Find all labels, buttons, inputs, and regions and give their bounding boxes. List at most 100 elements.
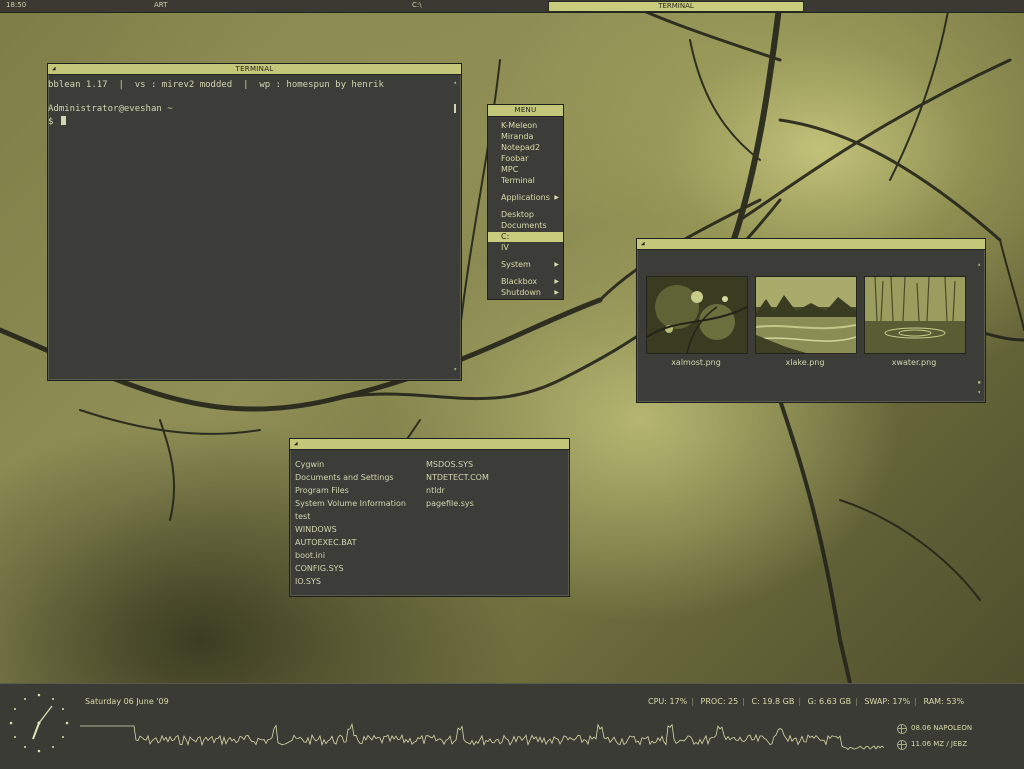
menu-item-label: Applications	[501, 193, 550, 202]
file-item[interactable]: System Volume Information	[295, 499, 406, 508]
menu-item-label: K-Meleon	[501, 121, 538, 130]
cpu-activity-graph	[80, 722, 885, 751]
stat-separator: |	[855, 697, 858, 706]
menu-item-notepad2[interactable]: Notepad2	[488, 143, 563, 153]
media-item-icon[interactable]	[897, 740, 907, 750]
topbar-clock: 18:50	[6, 1, 27, 9]
root-menu[interactable]: MENU K-Meleon Miranda Notepad2 Foobar MP…	[487, 104, 564, 300]
file-item[interactable]: boot.ini	[295, 551, 325, 560]
stat-ram: RAM: 53%	[923, 697, 965, 706]
terminal-prompt-header: Administrator@eveshan ~	[48, 104, 173, 114]
terminal-input-line[interactable]: $	[48, 116, 66, 127]
menu-item-k-meleon[interactable]: K-Meleon	[488, 121, 563, 131]
terminal-window[interactable]: ◢ TERMINAL ▴ ▾ bblean 1.17 | vs : mirev2…	[47, 63, 462, 381]
file-item[interactable]: Cygwin	[295, 460, 324, 469]
thumbnail-label[interactable]: xwater.png	[864, 358, 964, 367]
stat-separator: |	[798, 697, 802, 706]
menu-item-system[interactable]: System ▶	[488, 260, 563, 270]
menu-item-applications[interactable]: Applications ▶	[488, 193, 563, 203]
menu-item-blackbox[interactable]: Blackbox ▶	[488, 277, 563, 287]
topbar-workspace-label[interactable]: ART	[154, 1, 167, 9]
menu-item-label: Documents	[501, 221, 547, 230]
submenu-arrow-icon: ▶	[554, 278, 559, 285]
stat-swap: SWAP: 17%	[864, 697, 911, 706]
file-item[interactable]: test	[295, 512, 310, 521]
scrollbar-thumb[interactable]	[454, 104, 456, 113]
menu-item-label: IV	[501, 243, 509, 252]
terminal-titlebar[interactable]: ◢ TERMINAL	[48, 64, 461, 75]
media-item-label[interactable]: 11.06 MZ / JEBZ	[911, 740, 967, 748]
menu-item-documents[interactable]: Documents	[488, 221, 563, 231]
menu-item-label: C:	[501, 232, 510, 241]
scroll-down-icon[interactable]: ▾	[453, 366, 457, 373]
media-item-label[interactable]: 08.06 NAPOLEON	[911, 724, 972, 732]
thumbnail-xlake[interactable]	[755, 276, 857, 354]
menu-item-foobar[interactable]: Foobar	[488, 154, 563, 164]
stat-proc: PROC: 25	[700, 697, 739, 706]
file-item[interactable]: pagefile.sys	[426, 499, 474, 508]
scroll-up-icon[interactable]: ▴	[977, 261, 981, 268]
menu-item-c-drive[interactable]: C:	[488, 232, 563, 242]
scroll-down-icon[interactable]: ▾	[977, 389, 981, 396]
menu-item-miranda[interactable]: Miranda	[488, 132, 563, 142]
thumbnail-label[interactable]: xalmost.png	[646, 358, 746, 367]
thumbnail-label[interactable]: xlake.png	[755, 358, 855, 367]
c-drive-window[interactable]: ◢ Cygwin Documents and Settings Program …	[289, 438, 570, 597]
menu-item-mpc[interactable]: MPC	[488, 165, 563, 175]
menu-item-label: Terminal	[501, 176, 535, 185]
submenu-arrow-icon: ▶	[554, 261, 559, 268]
menu-item-iv[interactable]: IV	[488, 243, 563, 253]
terminal-line: bblean 1.17 | vs : mirev2 modded | wp : …	[48, 80, 384, 90]
terminal-title: TERMINAL	[235, 65, 274, 73]
submenu-arrow-icon: ▶	[554, 194, 559, 201]
media-item-icon[interactable]	[897, 724, 907, 734]
menu-item-label: Shutdown	[501, 288, 541, 297]
menu-item-label: Desktop	[501, 210, 534, 219]
stat-cpu: CPU: 17%	[648, 697, 688, 706]
top-bar: 18:50 ART C:\ TERMINAL	[0, 0, 1024, 13]
analog-clock-icon	[9, 693, 69, 753]
c-drive-titlebar[interactable]: ◢	[290, 439, 569, 450]
file-item[interactable]: ntldr	[426, 486, 445, 495]
file-item[interactable]: CONFIG.SYS	[295, 564, 344, 573]
thumbnail-xwater[interactable]	[864, 276, 966, 354]
window-menu-icon[interactable]: ◢	[294, 440, 298, 447]
cpu-activity-line	[80, 722, 885, 751]
scroll-marker-icon[interactable]: ▪	[977, 379, 981, 386]
menu-item-shutdown[interactable]: Shutdown ▶	[488, 288, 563, 298]
topbar-path[interactable]: C:\	[412, 1, 422, 9]
window-menu-icon[interactable]: ◢	[641, 240, 645, 247]
image-folder-window[interactable]: ◢ ▴ ▪ ▾ xalmost.png xlake.png xwater.png	[636, 238, 986, 403]
file-item[interactable]: MSDOS.SYS	[426, 460, 473, 469]
file-item[interactable]: Documents and Settings	[295, 473, 394, 482]
menu-item-label: MPC	[501, 165, 519, 174]
submenu-arrow-icon: ▶	[554, 289, 559, 296]
bottom-panel: Saturday 06 June '09 CPU: 17% | PROC: 25 |…	[0, 683, 1024, 769]
file-item[interactable]: WINDOWS	[295, 525, 337, 534]
taskbar-item-terminal[interactable]: TERMINAL	[548, 1, 804, 12]
stat-separator: |	[742, 697, 745, 706]
terminal-prompt: $	[48, 117, 59, 127]
menu-item-label: Miranda	[501, 132, 534, 141]
menu-item-label: Blackbox	[501, 277, 538, 286]
scroll-up-icon[interactable]: ▴	[453, 79, 457, 86]
panel-date: Saturday 06 June '09	[85, 697, 169, 706]
menu-item-label: Foobar	[501, 154, 529, 163]
file-item[interactable]: NTDETECT.COM	[426, 473, 489, 482]
menu-titlebar: MENU	[488, 105, 563, 117]
window-menu-icon[interactable]: ◢	[52, 65, 56, 72]
file-item[interactable]: Program Files	[295, 486, 349, 495]
file-item[interactable]: AUTOEXEC.BAT	[295, 538, 356, 547]
terminal-cursor	[60, 116, 66, 125]
stat-separator: |	[691, 697, 694, 706]
image-folder-titlebar[interactable]: ◢	[637, 239, 985, 250]
menu-item-desktop[interactable]: Desktop	[488, 210, 563, 220]
menu-item-label: Notepad2	[501, 143, 541, 152]
menu-title: MENU	[514, 106, 537, 114]
stat-g-drive: G: 6.63 GB	[807, 697, 852, 706]
stat-separator: |	[914, 697, 917, 706]
file-item[interactable]: IO.SYS	[295, 577, 321, 586]
menu-item-terminal[interactable]: Terminal	[488, 176, 563, 186]
system-stats: CPU: 17% | PROC: 25 | C: 19.8 GB | G: 6.63 …	[648, 697, 964, 706]
thumbnail-xalmost[interactable]	[646, 276, 748, 354]
